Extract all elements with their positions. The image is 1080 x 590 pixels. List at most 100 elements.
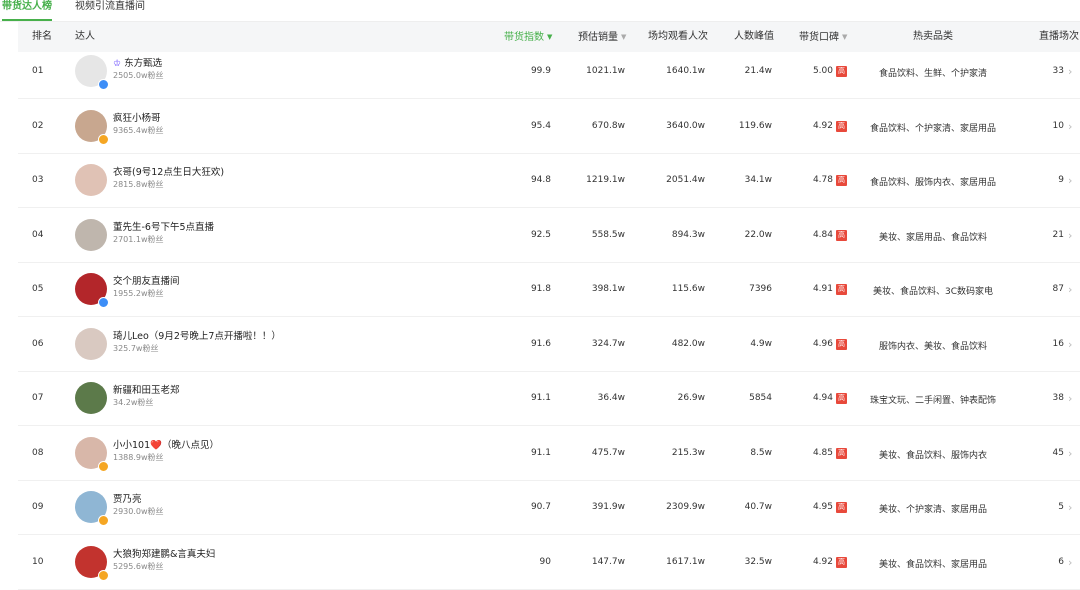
estimated-sales: 36.4w [597,393,625,403]
chevron-right-icon[interactable]: › [1068,229,1072,242]
live-session-count: 38 [1052,393,1064,403]
peak-viewers: 7396 [749,284,772,294]
table-row[interactable]: 10 大狼狗郑建鹏&言真夫妇 5295.6w粉丝 90 147.7w 1617.1w 32.… [18,535,1080,590]
reputation-score: 4.96 [812,338,833,349]
chevron-right-icon[interactable]: › [1068,447,1072,460]
table-row[interactable]: 09 贾乃亮 2930.0w粉丝 90.7 391.9w 2309.9w 40.7w 4.95… [18,480,1080,535]
follower-count: 2505.0w粉丝 [113,71,164,80]
live-session-count: 6 [1058,556,1064,567]
streamer-name-text: 贾乃亮 [113,494,142,505]
avatar[interactable] [75,382,107,414]
peak-viewers: 21.4w [744,66,772,76]
rank-number: 05 [32,284,44,294]
avg-views: 3640.0w [666,120,705,131]
avg-views: 1617.1w [666,556,705,567]
live-session-count: 45 [1052,447,1064,458]
verified-badge-icon [98,133,109,145]
streamer-name[interactable]: 新疆和田玉老郑 [113,382,180,396]
chevron-right-icon[interactable]: › [1068,556,1072,569]
high-badge: 高 [836,284,847,295]
reputation-score: 4.91 [812,284,833,294]
tab-bar: 带货达人榜 视频引流直播间 [0,0,1080,21]
live-session-count: 16 [1052,338,1064,349]
streamer-name-text: 新疆和田玉老郑 [113,385,180,396]
table-row[interactable]: 01 ♔ 东方甄选 2505.0w粉丝 99.9 1021.1w 1640.1w 21.4w 5… [18,44,1080,99]
chevron-right-icon[interactable]: › [1068,120,1072,133]
estimated-sales: 670.8w [591,120,625,131]
rank-number: 07 [32,393,44,403]
live-session-count: 87 [1052,284,1064,294]
verified-badge-icon [98,79,109,90]
avatar[interactable] [75,218,107,251]
sales-index: 90 [539,556,551,567]
streamer-name-text: 董先生-6号下午5点直播 [113,221,215,233]
rank-number: 04 [32,229,44,240]
estimated-sales: 1219.1w [586,175,625,185]
avg-views: 2309.9w [666,502,705,512]
peak-viewers: 22.0w [744,229,772,240]
rank-number: 02 [32,120,44,131]
table-row[interactable]: 02 疯狂小杨哥 9365.4w粉丝 95.4 670.8w 3640.0w 119.6w 4… [18,99,1080,154]
high-badge: 高 [836,393,847,404]
reputation-score: 4.92 [812,556,833,567]
avatar[interactable] [75,164,107,196]
table-row[interactable]: 05 交个朋友直播间 1955.2w粉丝 91.8 398.1w 115.6w 7396 4.… [18,262,1080,317]
chevron-right-icon[interactable]: › [1068,501,1072,514]
hot-categories: 美妆、食品饮料、家居用品 [878,559,987,570]
streamer-name[interactable]: 贾乃亮 [113,491,142,505]
verified-badge-icon [98,460,109,472]
avatar[interactable] [75,327,107,360]
chevron-right-icon[interactable]: › [1068,65,1072,78]
streamer-name[interactable]: 琦儿Leo（9月2号晚上7点开播啦！！） [113,328,281,342]
streamer-name[interactable]: ♔ 东方甄选 [113,55,162,69]
tab-video-traffic[interactable]: 视频引流直播间 [75,0,145,21]
follower-count: 2930.0w粉丝 [113,507,164,516]
estimated-sales: 147.7w [591,556,625,567]
streamer-name[interactable]: 大狼狗郑建鹏&言真夫妇 [113,546,215,560]
streamer-name-text: 东方甄选 [124,58,163,69]
peak-viewers: 34.1w [744,175,772,185]
sales-index: 90.7 [530,502,551,512]
sales-index: 91.6 [530,338,551,349]
streamer-name-text: 大狼狗郑建鹏&言真夫妇 [113,548,216,560]
estimated-sales: 324.7w [591,338,625,349]
hot-categories: 食品饮料、生鲜、个护家清 [878,69,987,79]
chevron-right-icon[interactable]: › [1068,174,1072,187]
hot-categories: 美妆、食品饮料、3C数码家电 [872,287,993,297]
live-session-count: 33 [1052,66,1064,76]
chevron-right-icon[interactable]: › [1068,338,1072,351]
streamer-name[interactable]: 董先生-6号下午5点直播 [113,219,214,233]
avg-views: 115.6w [671,284,705,294]
table-row[interactable]: 04 董先生-6号下午5点直播 2701.1w粉丝 92.5 558.5w 894.3w 2… [18,208,1080,263]
follower-count: 2815.8w粉丝 [113,180,164,189]
streamer-name-text: 疯狂小杨哥 [113,112,161,124]
table-row[interactable]: 07 新疆和田玉老郑 34.2w粉丝 91.1 36.4w 26.9w 5854 4.94 高 珠… [18,371,1080,426]
streamer-name-text: 琦儿Leo（9月2号晚上7点开播啦！！） [113,330,281,342]
follower-count: 1955.2w粉丝 [113,289,164,298]
high-badge: 高 [836,66,847,77]
reputation-score: 4.85 [812,447,833,458]
streamer-name[interactable]: 疯狂小杨哥 [113,110,161,124]
estimated-sales: 475.7w [591,447,625,458]
avg-views: 26.9w [677,393,705,403]
live-session-count: 5 [1058,502,1064,512]
chevron-right-icon[interactable]: › [1068,283,1072,296]
streamer-name[interactable]: 衣哥(9号12点生日大狂欢) [113,164,224,178]
streamer-name[interactable]: 交个朋友直播间 [113,273,180,287]
table-row[interactable]: 08 小小101❤️（晚八点见） 1388.9w粉丝 91.1 475.7w 215.3w… [18,426,1080,481]
reputation-score: 4.92 [812,120,833,131]
table-row[interactable]: 03 衣哥(9号12点生日大狂欢) 2815.8w粉丝 94.8 1219.1w 2051… [18,153,1080,208]
high-badge: 高 [836,229,847,241]
rank-number: 10 [32,556,44,567]
streamer-name[interactable]: 小小101❤️（晚八点见） [113,437,219,451]
col-sales-label: 预估销量 [578,32,618,43]
table-row[interactable]: 06 琦儿Leo（9月2号晚上7点开播啦！！） 325.7w粉丝 91.6 324.7w… [18,317,1080,372]
tab-sales-ranking[interactable]: 带货达人榜 [2,0,52,21]
chevron-right-icon[interactable]: › [1068,392,1072,405]
avg-views: 1640.1w [666,66,705,76]
follower-count: 2701.1w粉丝 [113,234,164,244]
sales-index: 95.4 [530,120,551,131]
reputation-score: 4.78 [812,175,833,185]
hot-categories: 服饰内衣、美妆、食品饮料 [878,341,987,352]
estimated-sales: 558.5w [591,229,625,240]
